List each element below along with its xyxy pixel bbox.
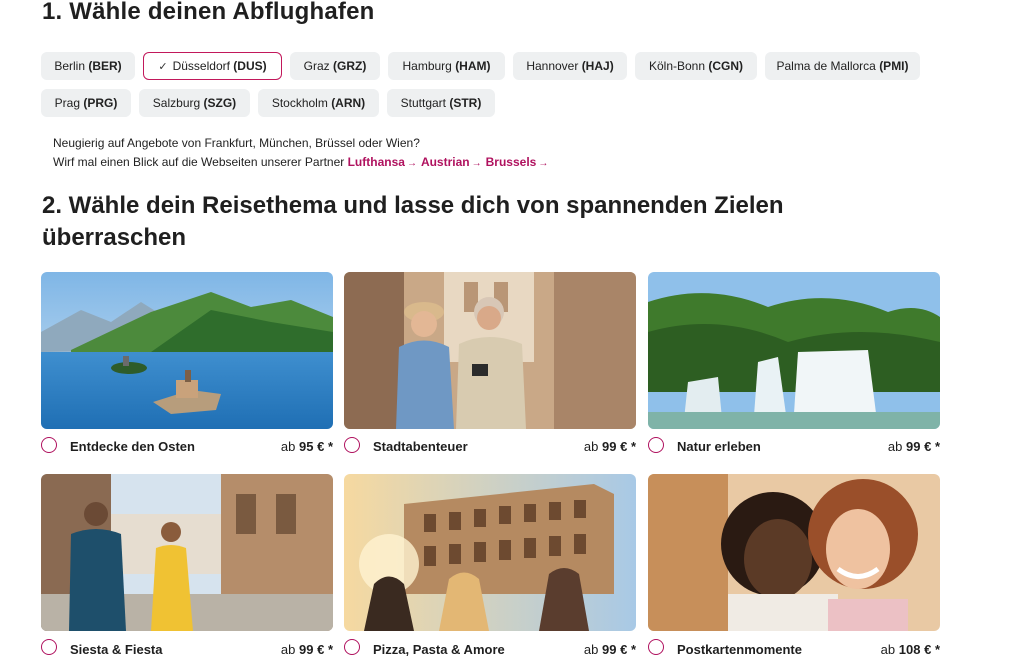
airport-city: Prag (54, 96, 80, 110)
airport-code: (BER) (88, 59, 122, 73)
arrow-right-icon: → (471, 158, 482, 169)
partner-info-text: Neugierig auf Angebote von Frankfurt, Mü… (53, 136, 420, 150)
theme-title-natur[interactable]: Natur erleben (677, 439, 761, 454)
check-icon: ✓ (158, 60, 168, 73)
theme-image-stadtabenteuer[interactable] (344, 272, 636, 429)
theme-price-osten: ab 95 € * (280, 439, 333, 454)
airport-city: Stuttgart (400, 96, 446, 110)
airport-chip-stuttgart[interactable]: Stuttgart (STR) (387, 89, 495, 117)
airport-code: (HAM) (455, 59, 491, 73)
airport-city: Köln-Bonn (648, 59, 706, 73)
airport-chip-stockholm[interactable]: Stockholm (ARN) (258, 89, 379, 117)
airport-city: Palma de Mallorca (776, 59, 876, 73)
theme-title-stadtabenteuer[interactable]: Stadtabenteuer (373, 439, 468, 454)
airport-city: Berlin (54, 59, 85, 73)
airport-code: (CGN) (708, 59, 744, 73)
theme-image-natur[interactable] (648, 272, 940, 429)
airport-chip-graz[interactable]: Graz (GRZ) (290, 52, 380, 80)
partner-link-austrian[interactable]: Austrian (421, 155, 470, 169)
partner-label: Brussels (485, 155, 537, 169)
airport-city: Graz (303, 59, 330, 73)
airport-city: Salzburg (152, 96, 201, 110)
airport-chip-hamburg[interactable]: Hamburg (HAM) (388, 52, 505, 80)
theme-image-siesta[interactable] (41, 474, 333, 631)
theme-title-osten[interactable]: Entdecke den Osten (70, 439, 195, 454)
airport-code: (STR) (449, 96, 482, 110)
theme-radio-siesta[interactable] (41, 639, 57, 655)
airport-code: (SZG) (203, 96, 237, 110)
airport-chip-prag[interactable]: Prag (PRG) (41, 89, 131, 117)
partner-link-lufthansa[interactable]: Lufthansa (348, 155, 405, 169)
theme-radio-osten[interactable] (41, 437, 57, 453)
airport-chip-duesseldorf[interactable]: ✓ Düsseldorf (DUS) (143, 52, 282, 80)
airport-chip-palma[interactable]: Palma de Mallorca (PMI) (765, 52, 920, 80)
section-1-heading: 1. Wähle deinen Abflughafen (42, 0, 375, 25)
theme-image-osten[interactable] (41, 272, 333, 429)
airport-code: (PMI) (879, 59, 909, 73)
partner-links-line: Wirf mal einen Blick auf die Webseiten u… (53, 155, 552, 169)
section-2-heading: 2. Wähle dein Reisethema und lasse dich … (42, 192, 784, 251)
theme-title-pizza[interactable]: Pizza, Pasta & Amore (373, 642, 505, 657)
airport-code: (HAJ) (581, 59, 614, 73)
airport-city: Düsseldorf (172, 59, 230, 73)
theme-radio-pizza[interactable] (344, 639, 360, 655)
theme-title-postkarten[interactable]: Postkartenmomente (677, 642, 802, 657)
theme-title-siesta[interactable]: Siesta & Fiesta (70, 642, 163, 657)
airport-code: (DUS) (233, 59, 267, 73)
airport-chip-koeln-bonn[interactable]: Köln-Bonn (CGN) (635, 52, 757, 80)
airport-chip-berlin[interactable]: Berlin (BER) (41, 52, 135, 80)
theme-radio-stadtabenteuer[interactable] (344, 437, 360, 453)
airport-city: Stockholm (271, 96, 328, 110)
partner-info-prefix: Wirf mal einen Blick auf die Webseiten u… (53, 155, 345, 169)
airport-code: (GRZ) (333, 59, 367, 73)
arrow-right-icon: → (406, 158, 417, 169)
theme-price-postkarten: ab 108 € * (880, 642, 940, 657)
airport-code: (ARN) (331, 96, 366, 110)
airport-chip-hannover[interactable]: Hannover (HAJ) (513, 52, 627, 80)
theme-radio-postkarten[interactable] (648, 639, 664, 655)
theme-image-postkarten[interactable] (648, 474, 940, 631)
airport-code: (PRG) (83, 96, 118, 110)
theme-price-siesta: ab 99 € * (280, 642, 333, 657)
airport-city: Hamburg (402, 59, 452, 73)
partner-link-brussels[interactable]: Brussels (486, 155, 537, 169)
theme-price-pizza: ab 99 € * (583, 642, 636, 657)
theme-radio-natur[interactable] (648, 437, 664, 453)
partner-label: Lufthansa (347, 155, 405, 169)
theme-price-natur: ab 99 € * (887, 439, 940, 454)
airport-chip-salzburg[interactable]: Salzburg (SZG) (139, 89, 250, 117)
arrow-right-icon: → (538, 158, 549, 169)
theme-image-pizza[interactable] (344, 474, 636, 631)
partner-label: Austrian (420, 155, 470, 169)
airport-city: Hannover (526, 59, 579, 73)
theme-price-stadtabenteuer: ab 99 € * (583, 439, 636, 454)
